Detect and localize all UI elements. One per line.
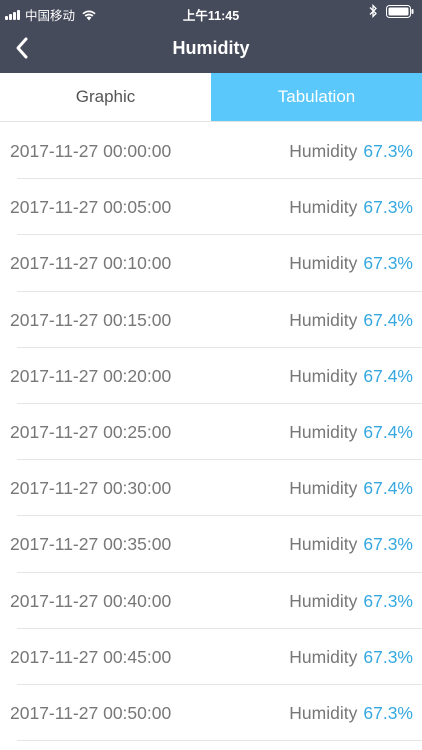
row-timestamp: 2017-11-27 00:10:00 [10,253,172,274]
table-row: 2017-11-27 00:25:00 Humidity 67.4% [10,404,422,461]
status-time: 上午11:45 [182,9,240,23]
row-label: Humidity [289,590,358,611]
table-row: 2017-11-27 00:05:00 Humidity 67.3% [10,179,422,236]
app-header: 中国移动 上午11:45 Humidity [0,0,422,73]
table-row: 2017-11-27 00:35:00 Humidity 67.3% [10,516,422,573]
status-right [368,4,414,18]
row-label: Humidity [289,534,358,555]
row-timestamp: 2017-11-27 00:50:00 [10,702,172,723]
row-value: 67.3% [363,702,413,723]
tab-graphic[interactable]: Graphic [0,73,211,121]
row-timestamp: 2017-11-27 00:40:00 [10,590,172,611]
humidity-table: 2017-11-27 00:00:00 Humidity 67.3% 2017-1… [0,123,422,742]
row-timestamp: 2017-11-27 00:00:00 [10,141,172,161]
row-value: 67.3% [363,141,413,161]
table-row: 2017-11-27 00:30:00 Humidity 67.4% [10,460,422,517]
row-label: Humidity [289,478,358,499]
table-row: 2017-11-27 00:10:00 Humidity 67.3% [10,235,422,292]
row-label: Humidity [289,309,358,330]
page-title: Humidity [172,38,250,58]
row-value: 67.3% [363,646,413,667]
status-bar: 中国移动 上午11:45 [0,0,422,24]
table-row: 2017-11-27 00:15:00 Humidity 67.4% [10,292,422,348]
row-value: 67.4% [363,478,413,499]
row-value: 67.4% [363,421,413,442]
row-label: Humidity [289,197,358,218]
bluetooth-icon [369,4,377,18]
row-value: 67.4% [363,365,413,386]
table-row: 2017-11-27 00:45:00 Humidity 67.3% [10,629,422,685]
table-row: 2017-11-27 00:00:00 Humidity 67.3% [10,123,422,180]
row-timestamp: 2017-11-27 00:45:00 [10,646,172,667]
row-label: Humidity [289,253,358,274]
row-timestamp: 2017-11-27 00:25:00 [10,421,172,442]
battery-icon [386,4,414,18]
row-value: 67.3% [363,253,413,274]
row-value: 67.3% [363,590,413,611]
row-label: Humidity [289,421,358,442]
row-timestamp: 2017-11-27 00:15:00 [10,309,172,330]
row-timestamp: 2017-11-27 00:30:00 [10,478,172,499]
row-label: Humidity [289,702,358,723]
row-label: Humidity [289,646,358,667]
row-label: Humidity [289,365,358,386]
table-row: 2017-11-27 00:50:00 Humidity 67.3% [10,685,422,742]
view-segmented-control: Graphic Tabulation [0,73,422,122]
row-value: 67.4% [363,309,413,330]
row-value: 67.3% [363,534,413,555]
row-timestamp: 2017-11-27 00:35:00 [10,534,172,555]
table-row: 2017-11-27 00:40:00 Humidity 67.3% [10,573,422,629]
row-label: Humidity [289,141,358,161]
tab-tabulation[interactable]: Tabulation [211,73,422,121]
nav-bar: Humidity [0,24,422,73]
row-timestamp: 2017-11-27 00:20:00 [10,365,172,386]
row-value: 67.3% [363,197,413,218]
table-row: 2017-11-27 00:20:00 Humidity 67.4% [10,348,422,404]
row-timestamp: 2017-11-27 00:05:00 [10,197,172,218]
